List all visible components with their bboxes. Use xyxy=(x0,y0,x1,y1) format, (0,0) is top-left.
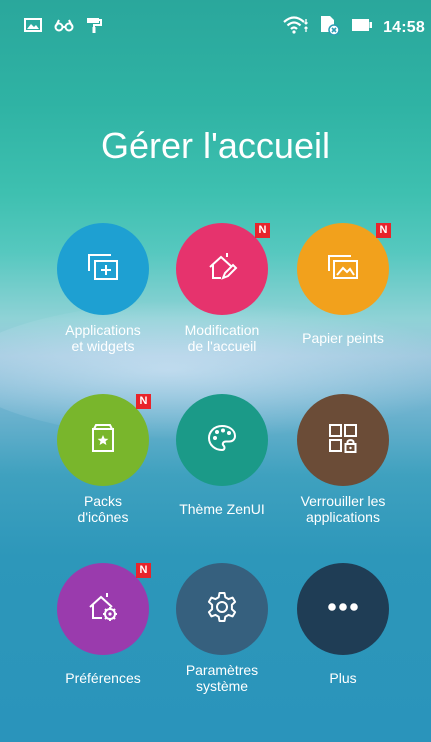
wifi-icon xyxy=(283,16,309,39)
status-time: 14:58 xyxy=(383,18,425,36)
tile-label-line1: Plus xyxy=(329,670,357,686)
tile-label: Thème ZenUI xyxy=(152,501,292,517)
home-edit-icon xyxy=(204,249,240,290)
tile-wallpapers[interactable]: N Papier peints xyxy=(273,223,413,373)
tile-more[interactable]: Plus xyxy=(273,563,413,713)
battery-icon xyxy=(351,18,373,37)
tile-app-lock[interactable]: Verrouiller les applications xyxy=(273,394,413,544)
tile-label: Papier peints xyxy=(273,330,413,346)
sim-card-icon xyxy=(319,15,341,40)
tile-circle xyxy=(176,394,268,486)
tile-circle xyxy=(297,563,389,655)
icon-pack-icon xyxy=(85,420,121,461)
home-manager-screen: 14:58 Gérer l'accueil Applications et wi… xyxy=(0,0,431,742)
status-right-icons: 14:58 xyxy=(283,15,425,40)
tile-label-line2: système xyxy=(195,678,249,694)
paint-roller-icon xyxy=(86,17,102,38)
app-lock-icon xyxy=(325,420,361,461)
tile-label-line1: Modification xyxy=(184,322,260,338)
wallpaper-icon xyxy=(325,249,361,290)
palette-icon xyxy=(204,420,240,461)
tile-system-settings[interactable]: Paramètres système xyxy=(152,563,292,713)
tile-label: Paramètres système xyxy=(152,662,292,694)
tile-theme-zenui[interactable]: Thème ZenUI xyxy=(152,394,292,544)
picture-icon xyxy=(24,18,42,37)
new-badge: N xyxy=(255,223,270,238)
tile-label-line1: Paramètres xyxy=(185,662,259,678)
tile-label-line2: de l'accueil xyxy=(187,338,257,354)
tile-label: Modification de l'accueil xyxy=(152,322,292,354)
tile-label-line2: applications xyxy=(306,509,380,525)
tile-circle xyxy=(176,563,268,655)
add-widget-icon xyxy=(85,249,121,290)
tile-label-line1: Thème ZenUI xyxy=(179,501,265,517)
tile-home-edit[interactable]: N Modification de l'accueil xyxy=(152,223,292,373)
tile-circle xyxy=(297,394,389,486)
glasses-icon xyxy=(54,18,74,37)
tile-label-line1: Papier peints xyxy=(302,330,384,346)
new-badge: N xyxy=(376,223,391,238)
new-badge: N xyxy=(136,394,151,409)
tile-label: Verrouiller les applications xyxy=(273,493,413,525)
home-settings-icon xyxy=(85,589,121,630)
tile-label: Plus xyxy=(273,670,413,686)
new-badge: N xyxy=(136,563,151,578)
page-title: Gérer l'accueil xyxy=(101,125,330,166)
tile-circle xyxy=(57,223,149,315)
gear-icon xyxy=(204,589,240,630)
tile-label-line1: Verrouiller les xyxy=(300,493,386,509)
status-bar: 14:58 xyxy=(0,0,431,50)
status-left-icons xyxy=(24,17,102,38)
more-dots-icon xyxy=(325,600,361,618)
